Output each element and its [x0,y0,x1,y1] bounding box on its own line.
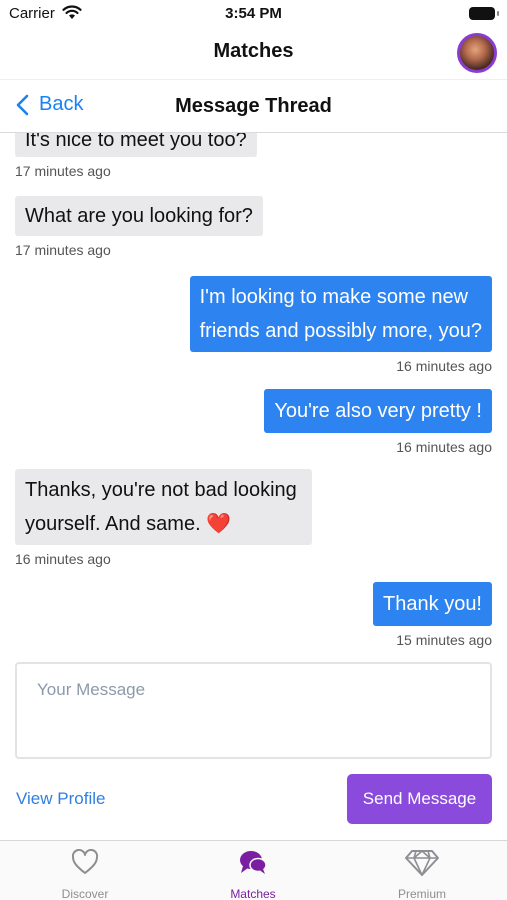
tab-label: Premium [397,887,446,900]
message-item: Thank you! 15 minutes ago [373,582,492,648]
message-item: Thanks, you're not bad looking yourself.… [15,469,312,567]
tab-matches[interactable]: Matches [193,849,313,900]
message-text: Thank you! [383,593,482,615]
tab-label: Discover [61,887,109,900]
message-list[interactable]: It's nice to meet you too? 17 minutes ag… [0,133,507,660]
message-input-placeholder: Your Message [37,680,146,699]
message-item: It's nice to meet you too? 17 minutes ag… [15,133,257,179]
heart-emoji: ❤️ [206,513,232,535]
message-item: I'm looking to make some new friends and… [189,276,492,374]
message-item: You're also very pretty ! 16 minutes ago [264,389,492,455]
message-timestamp: 17 minutes ago [15,242,111,258]
tab-bar: Discover Matches Premium [0,840,507,900]
message-input[interactable]: Your Message [15,662,492,759]
message-text: I'm looking to make some new [199,286,469,308]
tab-discover[interactable]: Discover [25,848,145,900]
message-text: yourself. And same. [25,513,201,535]
navigation-bar: Back Message Thread [0,80,507,133]
incoming-message-bubble: Thanks, you're not bad looking yourself.… [15,469,312,545]
message-text: friends and possibly more, you? [199,320,482,342]
message-text: It's nice to meet you too? [25,133,247,151]
app-header: Matches [0,28,507,80]
message-timestamp: 16 minutes ago [396,358,492,374]
send-message-button[interactable]: Send Message [347,774,492,824]
thread-title: Message Thread [175,95,332,117]
tab-label: Matches [230,887,276,900]
message-text: What are you looking for? [25,205,253,227]
chat-bubbles-icon [193,849,313,879]
avatar[interactable] [457,33,497,73]
outgoing-message-bubble: You're also very pretty ! [264,389,492,433]
diamond-icon [362,849,482,879]
status-time: 3:54 PM [225,5,282,22]
message-text: Thanks, you're not bad looking [25,479,297,501]
message-timestamp: 16 minutes ago [396,439,492,455]
view-profile-link[interactable]: View Profile [16,789,105,809]
heart-outline-icon [25,848,145,879]
message-timestamp: 16 minutes ago [15,551,111,567]
battery-icon [469,7,499,21]
tab-premium[interactable]: Premium [362,849,482,900]
incoming-message-bubble: It's nice to meet you too? [15,133,257,157]
message-timestamp: 17 minutes ago [15,163,111,179]
status-bar: Carrier 3:54 PM [0,0,507,28]
page-title: Matches [213,40,294,62]
message-text: You're also very pretty ! [274,400,482,422]
outgoing-message-bubble: Thank you! [373,582,492,626]
outgoing-message-bubble: I'm looking to make some new friends and… [189,276,492,352]
incoming-message-bubble: What are you looking for? [15,196,263,236]
message-timestamp: 15 minutes ago [396,632,492,648]
message-item: What are you looking for? 17 minutes ago [15,196,263,258]
